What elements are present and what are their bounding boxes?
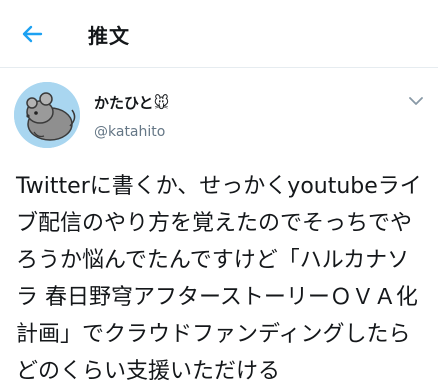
username[interactable]: @katahito bbox=[94, 124, 165, 140]
avatar[interactable] bbox=[14, 82, 80, 148]
display-name[interactable]: かたひと🐭 bbox=[94, 92, 169, 113]
page-title: 推文 bbox=[88, 24, 130, 48]
mouse-avatar-icon bbox=[14, 82, 80, 148]
tweet-text: Twitterに書くか、せっかくyoutubeライブ配信のやり方を覚えたのでそっ… bbox=[16, 174, 422, 384]
mouse-emoji-icon: 🐭 bbox=[153, 94, 170, 112]
arrow-left-icon bbox=[22, 25, 43, 43]
tweet-menu-button[interactable] bbox=[406, 94, 426, 108]
chevron-down-icon bbox=[409, 96, 423, 105]
back-button[interactable] bbox=[14, 18, 50, 50]
display-name-text: かたひと bbox=[94, 94, 154, 112]
tweet-header: かたひと🐭 @katahito bbox=[0, 68, 438, 158]
top-bar: 推文 bbox=[0, 0, 438, 68]
